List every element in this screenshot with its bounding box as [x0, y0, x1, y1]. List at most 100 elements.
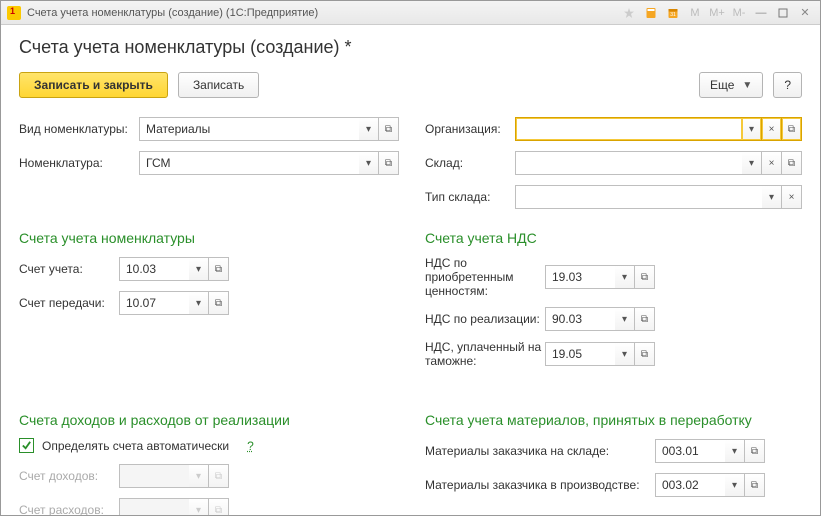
expense-label: Счет расходов:: [19, 503, 119, 515]
open-icon[interactable]: ⧉: [635, 342, 655, 366]
save-and-close-button[interactable]: Записать и закрыть: [19, 72, 168, 98]
vat-purch-combo: ▾ ⧉: [545, 265, 802, 289]
window-title: Счета учета номенклатуры (создание) (1С:…: [27, 7, 614, 19]
transfer-input[interactable]: [119, 291, 189, 315]
mat-prod-combo: ▾ ⧉: [655, 473, 802, 497]
whtype-input[interactable]: [515, 185, 762, 209]
top-form: Вид номенклатуры: ▾ ⧉ Номенклатура: ▾ ⧉: [19, 116, 802, 218]
app-window: Счета учета номенклатуры (создание) (1С:…: [0, 0, 821, 516]
kind-input[interactable]: [139, 117, 359, 141]
svg-text:31: 31: [670, 12, 676, 18]
row-auto: Определять счета автоматически ?: [19, 438, 399, 453]
nomen-input-combo: ▾ ⧉: [139, 151, 399, 175]
open-icon[interactable]: ⧉: [635, 307, 655, 331]
dropdown-icon: ▾: [189, 464, 209, 488]
sec-income: Счета доходов и расходов от реализации О…: [19, 400, 399, 515]
vat-customs-combo: ▾ ⧉: [545, 342, 802, 366]
close-icon[interactable]: ✕: [796, 5, 814, 21]
row-expense: Счет расходов: ▾ ⧉: [19, 497, 399, 515]
row-transfer: Счет передачи: ▾ ⧉: [19, 290, 399, 316]
mat-stock-input[interactable]: [655, 439, 725, 463]
sec-nomen: Счета учета номенклатуры Счет учета: ▾ ⧉…: [19, 218, 399, 376]
open-icon[interactable]: ⧉: [782, 117, 802, 141]
memory-mminus[interactable]: M-: [730, 5, 748, 21]
row-acc: Счет учета: ▾ ⧉: [19, 256, 399, 282]
dropdown-icon[interactable]: ▾: [725, 473, 745, 497]
save-and-close-label: Записать и закрыть: [34, 78, 153, 92]
open-icon[interactable]: ⧉: [745, 473, 765, 497]
more-button[interactable]: Еще▼: [699, 72, 763, 98]
maximize-icon[interactable]: [774, 5, 792, 21]
row-vat-purch: НДС по приобретенным ценностям: ▾ ⧉: [425, 256, 802, 298]
vat-sales-input[interactable]: [545, 307, 615, 331]
row-whtype: Тип склада: ▾ ×: [425, 184, 802, 210]
page-title: Счета учета номенклатуры (создание) *: [19, 37, 802, 58]
save-button[interactable]: Записать: [178, 72, 259, 98]
nomen-label: Номенклатура:: [19, 156, 139, 170]
dropdown-icon[interactable]: ▾: [742, 117, 762, 141]
dropdown-icon[interactable]: ▾: [189, 257, 209, 281]
clear-icon[interactable]: ×: [782, 185, 802, 209]
mat-prod-label: Материалы заказчика в производстве:: [425, 478, 655, 492]
sec-materials: Счета учета материалов, принятых в перер…: [425, 400, 802, 515]
org-input-combo: ▾ × ⧉: [515, 117, 802, 141]
top-left-col: Вид номенклатуры: ▾ ⧉ Номенклатура: ▾ ⧉: [19, 116, 399, 218]
row-mat-prod: Материалы заказчика в производстве: ▾ ⧉: [425, 472, 802, 498]
row-income: Счет доходов: ▾ ⧉: [19, 463, 399, 489]
open-icon[interactable]: ⧉: [782, 151, 802, 175]
vat-purch-label: НДС по приобретенным ценностям:: [425, 256, 545, 298]
mat-stock-combo: ▾ ⧉: [655, 439, 802, 463]
wh-input[interactable]: [515, 151, 742, 175]
mat-prod-input[interactable]: [655, 473, 725, 497]
clear-icon[interactable]: ×: [762, 151, 782, 175]
calendar-icon[interactable]: 31: [664, 5, 682, 21]
open-icon[interactable]: ⧉: [379, 151, 399, 175]
open-icon[interactable]: ⧉: [209, 257, 229, 281]
save-label: Записать: [193, 78, 244, 92]
row-mat-stock: Материалы заказчика на складе: ▾ ⧉: [425, 438, 802, 464]
vat-purch-input[interactable]: [545, 265, 615, 289]
whtype-input-combo: ▾ ×: [515, 185, 802, 209]
auto-help-link[interactable]: ?: [247, 439, 254, 453]
sec-materials-title: Счета учета материалов, принятых в перер…: [425, 412, 802, 428]
open-icon[interactable]: ⧉: [209, 291, 229, 315]
top-toolbar: Записать и закрыть Записать Еще▼ ?: [19, 72, 802, 98]
dropdown-icon[interactable]: ▾: [615, 342, 635, 366]
sec-nomen-title: Счета учета номенклатуры: [19, 230, 399, 246]
content-area: Счета учета номенклатуры (создание) * За…: [1, 25, 820, 515]
vat-sales-combo: ▾ ⧉: [545, 307, 802, 331]
open-icon: ⧉: [209, 464, 229, 488]
vat-customs-input[interactable]: [545, 342, 615, 366]
help-button[interactable]: ?: [773, 72, 802, 98]
income-label: Счет доходов:: [19, 469, 119, 483]
sec-income-title: Счета доходов и расходов от реализации: [19, 412, 399, 428]
income-combo: ▾ ⧉: [119, 464, 399, 488]
titlebar: Счета учета номенклатуры (создание) (1С:…: [1, 1, 820, 25]
kind-label: Вид номенклатуры:: [19, 122, 139, 136]
dropdown-icon[interactable]: ▾: [359, 117, 379, 141]
open-icon[interactable]: ⧉: [379, 117, 399, 141]
dropdown-icon[interactable]: ▾: [725, 439, 745, 463]
dropdown-icon[interactable]: ▾: [762, 185, 782, 209]
minimize-icon[interactable]: —: [752, 5, 770, 21]
wh-label: Склад:: [425, 156, 515, 170]
memory-m[interactable]: M: [686, 5, 704, 21]
nomen-input[interactable]: [139, 151, 359, 175]
open-icon[interactable]: ⧉: [745, 439, 765, 463]
dropdown-icon[interactable]: ▾: [615, 265, 635, 289]
row-nomen: Номенклатура: ▾ ⧉: [19, 150, 399, 176]
org-input[interactable]: [515, 117, 742, 141]
dropdown-icon[interactable]: ▾: [189, 291, 209, 315]
auto-checkbox[interactable]: [19, 438, 34, 453]
calculator-icon[interactable]: [642, 5, 660, 21]
acc-input[interactable]: [119, 257, 189, 281]
clear-icon[interactable]: ×: [762, 117, 782, 141]
open-icon: ⧉: [209, 498, 229, 515]
org-label: Организация:: [425, 122, 515, 136]
dropdown-icon[interactable]: ▾: [359, 151, 379, 175]
memory-mplus[interactable]: M+: [708, 5, 726, 21]
favorite-icon[interactable]: [620, 5, 638, 21]
open-icon[interactable]: ⧉: [635, 265, 655, 289]
dropdown-icon[interactable]: ▾: [615, 307, 635, 331]
dropdown-icon[interactable]: ▾: [742, 151, 762, 175]
